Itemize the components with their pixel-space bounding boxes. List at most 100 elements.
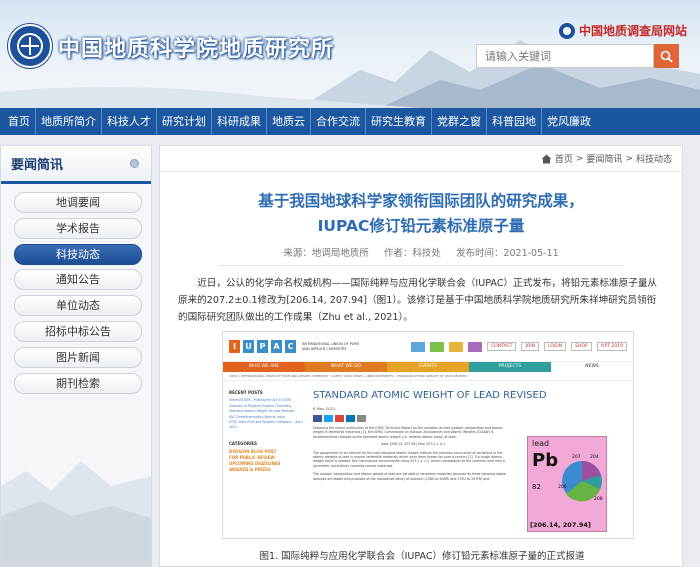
nav-item-about[interactable]: 地质所简介 — [36, 108, 102, 135]
iupac-text: Following the recent publication of the … — [313, 426, 503, 439]
nav-item-home[interactable]: 首页 — [3, 108, 36, 135]
isotope-label: 207 — [572, 455, 581, 460]
recent-post-link: Glossary of Physical Organic Chemistry — [229, 403, 292, 408]
breadcrumb-home[interactable]: 首页 — [555, 152, 573, 165]
sidebar-item-unit-news[interactable]: 单位动态 — [14, 295, 142, 317]
iupac-login-button: LOGIN — [544, 342, 567, 351]
twitter-icon — [324, 415, 333, 422]
nav-item-science-popularization[interactable]: 科普园地 — [487, 108, 542, 135]
sidebar-title: 要闻简讯 — [11, 158, 64, 173]
site-title[interactable]: 中国地质科学院地质研究所 — [58, 31, 334, 63]
recent-post-link: Standard Atomic Weight of Lead Revised — [229, 409, 294, 413]
breadcrumb-news[interactable]: 要闻简讯 — [586, 152, 622, 165]
sidebar-item-tech-news[interactable]: 科技动态 — [14, 243, 142, 265]
iupac-sidebar: RECENT POSTS ChemVISTEM – Putting the Ar… — [229, 390, 305, 473]
home-icon — [541, 154, 552, 163]
globe-icon — [17, 33, 43, 59]
iupac-badge-icon — [449, 341, 464, 352]
iupac-nav: WHO WE ARE WHAT WE DO EVENTS PROJECTS NE… — [223, 362, 633, 372]
sidebar-item-photo-news[interactable]: 图片新闻 — [14, 346, 142, 368]
collapse-dot-icon[interactable] — [130, 159, 139, 168]
nav-item-integrity[interactable]: 党风廉政 — [542, 108, 596, 135]
iupac-badge-icon — [411, 341, 426, 352]
nav-item-geocloud[interactable]: 地质云 — [267, 108, 311, 135]
isotope-label: 208 — [594, 497, 603, 502]
nav-item-talents[interactable]: 科技人才 — [102, 108, 157, 135]
article-source: 来源：地调局地质所 — [283, 248, 369, 259]
isotope-label: 204 — [590, 455, 599, 460]
nav-item-research-plans[interactable]: 研究计划 — [157, 108, 212, 135]
iupac-badge-icon — [468, 341, 483, 352]
nav-item-cooperation[interactable]: 合作交流 — [311, 108, 366, 135]
sidebar-item-academic-reports[interactable]: 学术报告 — [14, 217, 142, 239]
recent-post-link: ChemVISTEM – Putting the Art in STEM — [229, 398, 291, 402]
iupac-nav-item: EVENTS — [387, 362, 469, 372]
figure-caption: 图1. 国际纯粹与应用化学联合会（IUPAC）修订铅元素标准原子量的正式报道 — [259, 551, 585, 562]
cgs-logo-icon — [559, 22, 575, 39]
search-input[interactable] — [476, 44, 654, 68]
iupac-letter: A — [271, 340, 282, 353]
email-icon — [357, 415, 366, 422]
iupac-headline: STANDARD ATOMIC WEIGHT OF LEAD REVISED — [313, 390, 547, 401]
iupac-letter: P — [257, 340, 268, 353]
iupac-letter: C — [285, 340, 296, 353]
article-title-line1: 基于我国地球科学家领衔国际团队的研究成果， — [258, 192, 584, 210]
cgs-website-link[interactable]: 中国地质调查局网站 — [559, 22, 687, 39]
element-number: 82 — [532, 483, 541, 491]
iupac-letter: U — [243, 340, 254, 353]
recent-post-link: eTOC Alert Pure and Applied Chemistry – … — [229, 420, 303, 429]
sidebar-item-tenders[interactable]: 招标中标公告 — [14, 320, 142, 342]
sidebar: 要闻简讯 地调要闻 学术报告 科技动态 通知公告 单位动态 招标中标公告 图片新… — [0, 145, 152, 567]
nav-item-achievements[interactable]: 科研成果 — [212, 108, 267, 135]
iupac-nav-item: WHO WE ARE — [223, 362, 305, 372]
article-paragraph: 近日，公认的化学命名权威机构——国际纯粹与应用化学联合会（IUPAC）正式发布，… — [178, 278, 658, 323]
iupac-text: The isotopic composition and atomic weig… — [313, 472, 506, 481]
iupac-join-button: JOIN — [521, 342, 539, 351]
element-symbol: Pb — [532, 450, 559, 471]
search-button[interactable] — [654, 44, 679, 68]
article-date: 发布时间：2021-05-11 — [455, 248, 559, 259]
iupac-nav-item: WHAT WE DO — [305, 362, 387, 372]
element-atomic-weight: [206.14, 207.94] — [530, 521, 591, 529]
iupac-contact-button: CONTACT — [487, 342, 517, 351]
iupac-subtitle: INTERNATIONAL UNION OF PURE AND APPLIED … — [302, 342, 360, 351]
iupac-formula: lead: [206.14, 207.94] from 207.2 ± 0.1 — [380, 442, 446, 447]
sidebar-menu: 地调要闻 学术报告 科技动态 通知公告 单位动态 招标中标公告 图片新闻 期刊检… — [1, 184, 151, 394]
breadcrumb-tech-news[interactable]: 科技动态 — [636, 152, 672, 165]
iupac-badge-icon — [430, 341, 445, 352]
sidebar-item-notices[interactable]: 通知公告 — [14, 269, 142, 291]
article-author: 作者：科技处 — [383, 248, 441, 259]
iupac-shop-button: SHOP — [571, 342, 592, 351]
search-icon — [660, 50, 673, 63]
header-banner: 中国地质科学院地质研究所 中国地质调查局网站 — [0, 0, 700, 108]
sidebar-header: 要闻简讯 — [1, 146, 151, 184]
iupac-article: STANDARD ATOMIC WEIGHT OF LEAD REVISED 6… — [313, 390, 629, 532]
sidebar-landscape — [1, 461, 151, 566]
iupac-letter: I — [229, 340, 240, 353]
main-content: 首页 > 要闻简讯 > 科技动态 基于我国地球科学家领衔国际团队的研究成果， I… — [159, 145, 683, 567]
facebook-icon — [313, 415, 322, 422]
isotope-label: 206 — [558, 485, 567, 490]
nav-item-graduate[interactable]: 研究生教育 — [366, 108, 432, 135]
recent-post-link: PAC Chemithermatics Special Issue — [229, 414, 286, 419]
lead-element-card: lead Pb 82 207 204 206 208 [206.14, 207.… — [527, 436, 607, 532]
article-title: 基于我国地球科学家领衔国际团队的研究成果， IUPAC修订铅元素标准原子量 — [160, 189, 682, 239]
article-title-line2: IUPAC修订铅元素标准原子量 — [317, 217, 525, 235]
institute-logo[interactable] — [8, 24, 52, 68]
iupac-text: The assignment of an interval for the ne… — [313, 450, 505, 468]
iupac-nav-item: PROJECTS — [469, 362, 551, 372]
article-meta: 来源：地调局地质所 作者：科技处 发布时间：2021-05-11 — [218, 245, 624, 266]
iupac-nav-item: NEWS — [551, 362, 633, 372]
sidebar-item-journal-search[interactable]: 期刊检索 — [14, 372, 142, 394]
breadcrumb-separator: > — [575, 153, 584, 164]
nav-item-party[interactable]: 党群之窗 — [432, 108, 487, 135]
element-name: lead — [532, 439, 550, 448]
iupac-header: I U P A C INTERNATIONAL UNION OF PURE AN… — [223, 332, 633, 362]
sidebar-item-survey-news[interactable]: 地调要闻 — [14, 192, 142, 213]
category-item: AWARDS & PRIZES — [229, 467, 271, 472]
figure-iupac-screenshot: I U P A C INTERNATIONAL UNION OF PURE AN… — [222, 331, 634, 539]
breadcrumb-separator: > — [625, 153, 633, 164]
social-share-bar — [313, 415, 629, 422]
breadcrumb: 首页 > 要闻简讯 > 科技动态 — [160, 146, 682, 172]
categories-title: CATEGORIES — [229, 441, 258, 446]
